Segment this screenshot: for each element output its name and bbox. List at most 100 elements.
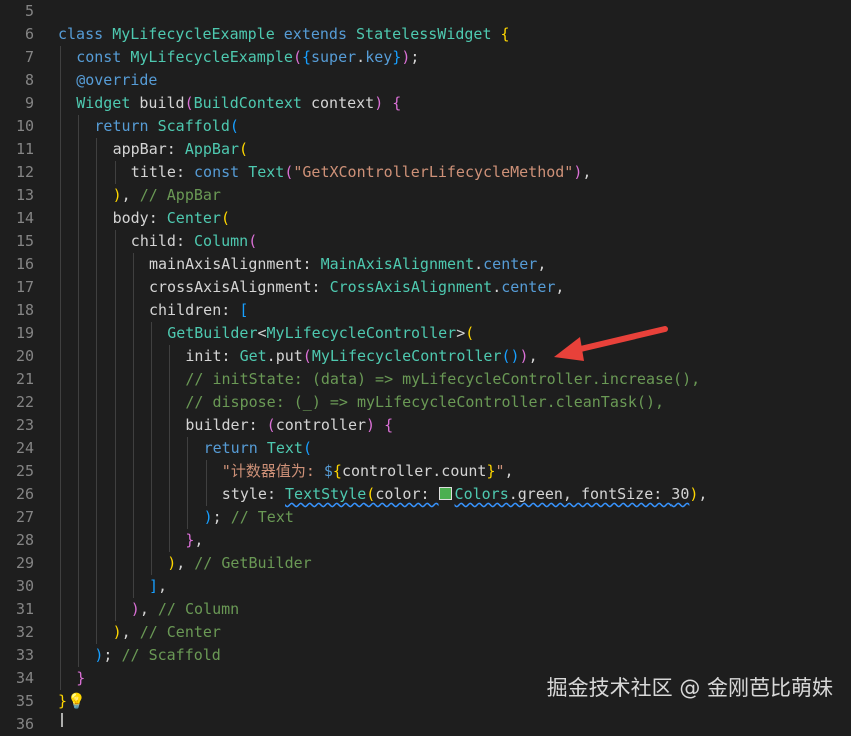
code-line-5[interactable]: 5	[0, 0, 851, 23]
indent-guide	[78, 322, 80, 345]
code-token: )	[130, 600, 140, 618]
indent-guide	[78, 460, 80, 483]
code-line-14[interactable]: 14 body: Center(	[0, 207, 851, 230]
indent-guide	[169, 368, 171, 391]
code-token: Center	[166, 209, 221, 227]
code-token: .	[492, 278, 502, 296]
code-token: init:	[185, 347, 240, 365]
red-arrow-icon	[554, 326, 668, 361]
code-text: body: Center(	[113, 207, 230, 230]
code-line-29[interactable]: 29), // GetBuilder	[0, 552, 851, 575]
code-token: ,	[555, 278, 565, 296]
code-token: ()	[501, 347, 520, 365]
code-line-9[interactable]: 9 Widget build(BuildContext context) {	[0, 92, 851, 115]
code-text: class MyLifecycleExample extends Statele…	[58, 23, 510, 46]
indent-guide	[60, 276, 61, 299]
line-number: 16	[15, 255, 34, 273]
code-token: }	[392, 48, 402, 66]
indent-guide	[169, 506, 171, 529]
code-line-27[interactable]: 27); // Text	[0, 506, 851, 529]
code-line-11[interactable]: 11 appBar: AppBar(	[0, 138, 851, 161]
indent-guide	[60, 253, 61, 276]
indent-guide	[205, 460, 207, 483]
code-token: {	[392, 94, 402, 112]
code-line-36[interactable]: 36	[0, 713, 851, 736]
code-line-28[interactable]: 28},	[0, 529, 851, 552]
code-token: context	[311, 94, 375, 112]
code-line-7[interactable]: 7 const MyLifecycleExample({super.key});	[0, 46, 851, 69]
line-number: 17	[15, 278, 34, 296]
code-token: // Center	[139, 623, 221, 641]
indent-guide	[96, 207, 98, 230]
code-token: [	[239, 301, 249, 319]
indent-guide	[114, 161, 116, 184]
code-line-22[interactable]: 22 // dispose: (_) => myLifecycleControll…	[0, 391, 851, 414]
code-text: ), // Column	[131, 598, 239, 621]
code-line-30[interactable]: 30],	[0, 575, 851, 598]
code-text: }	[76, 667, 85, 690]
indent-guide	[60, 529, 61, 552]
code-line-31[interactable]: 31), // Column	[0, 598, 851, 621]
code-line-26[interactable]: 26 style: TextStyle(color: Colors.green, …	[0, 483, 851, 506]
code-token: super	[311, 48, 357, 66]
color-swatch-icon	[438, 487, 452, 500]
indent-guide	[169, 391, 171, 414]
code-token: )	[112, 623, 122, 641]
code-token: StatelessWidget	[356, 25, 501, 43]
code-line-25[interactable]: 25 "计数器值为: ${controller.count}",	[0, 460, 851, 483]
indent-guide	[96, 621, 98, 644]
code-line-23[interactable]: 23 builder: (controller) {	[0, 414, 851, 437]
code-token: extends	[283, 25, 357, 43]
code-token: )	[366, 416, 385, 434]
indent-guide	[187, 460, 189, 483]
code-line-21[interactable]: 21 // initState: (data) => myLifecycleCon…	[0, 368, 851, 391]
code-token: (	[465, 324, 475, 342]
line-number: 6	[24, 25, 34, 43]
code-token: AppBar	[184, 140, 240, 158]
code-token: (	[266, 416, 276, 434]
code-line-24[interactable]: 24 return Text(	[0, 437, 851, 460]
code-line-15[interactable]: 15 child: Column(	[0, 230, 851, 253]
code-line-32[interactable]: 32), // Center	[0, 621, 851, 644]
code-token: @override	[76, 71, 158, 89]
indent-guide	[60, 437, 61, 460]
indent-guide	[132, 368, 134, 391]
indent-guide	[151, 506, 152, 529]
code-token: (	[220, 209, 230, 227]
code-line-6[interactable]: 6 class MyLifecycleExample extends Statel…	[0, 23, 851, 46]
code-editor[interactable]: 5 6 class MyLifecycleExample extends State…	[0, 0, 851, 733]
code-line-8[interactable]: 8 @override	[0, 69, 851, 92]
indent-guide	[78, 161, 80, 184]
code-text: mainAxisAlignment: MainAxisAlignment.cen…	[149, 253, 546, 276]
indent-guide	[60, 345, 61, 368]
code-text: init: Get.put(MyLifecycleController()),	[185, 345, 537, 368]
indent-guide	[78, 506, 80, 529]
indent-guide	[151, 368, 152, 391]
line-number: 29	[15, 554, 34, 572]
indent-guide	[96, 230, 98, 253]
code-line-16[interactable]: 16 mainAxisAlignment: MainAxisAlignment.c…	[0, 253, 851, 276]
code-token: {	[500, 25, 510, 43]
indent-guide	[132, 299, 134, 322]
code-line-20[interactable]: 20 init: Get.put(MyLifecycleController())…	[0, 345, 851, 368]
code-line-13[interactable]: 13), // AppBar	[0, 184, 851, 207]
code-line-18[interactable]: 18 children: [	[0, 299, 851, 322]
code-token: GetBuilder	[167, 324, 258, 342]
indent-guide	[151, 529, 152, 552]
code-line-12[interactable]: 12 title: const Text("GetXControllerLifec…	[0, 161, 851, 184]
lightbulb-icon[interactable]: 💡	[67, 692, 86, 710]
code-line-33[interactable]: 33); // Scaffold	[0, 644, 851, 667]
indent-guide	[60, 46, 61, 69]
indent-guide	[78, 299, 80, 322]
indent-guide	[132, 276, 134, 299]
code-line-10[interactable]: 10 return Scaffold(	[0, 115, 851, 138]
code-token: ;	[410, 48, 420, 66]
indent-guide	[96, 460, 98, 483]
code-line-17[interactable]: 17 crossAxisAlignment: CrossAxisAlignment…	[0, 276, 851, 299]
indent-guide	[132, 437, 134, 460]
code-text: Widget build(BuildContext context) {	[76, 92, 401, 115]
code-line-19[interactable]: 19 GetBuilder<MyLifecycleController>(	[0, 322, 851, 345]
line-number: 21	[15, 370, 34, 388]
indent-guide	[60, 391, 61, 414]
code-text: crossAxisAlignment: CrossAxisAlignment.c…	[149, 276, 564, 299]
